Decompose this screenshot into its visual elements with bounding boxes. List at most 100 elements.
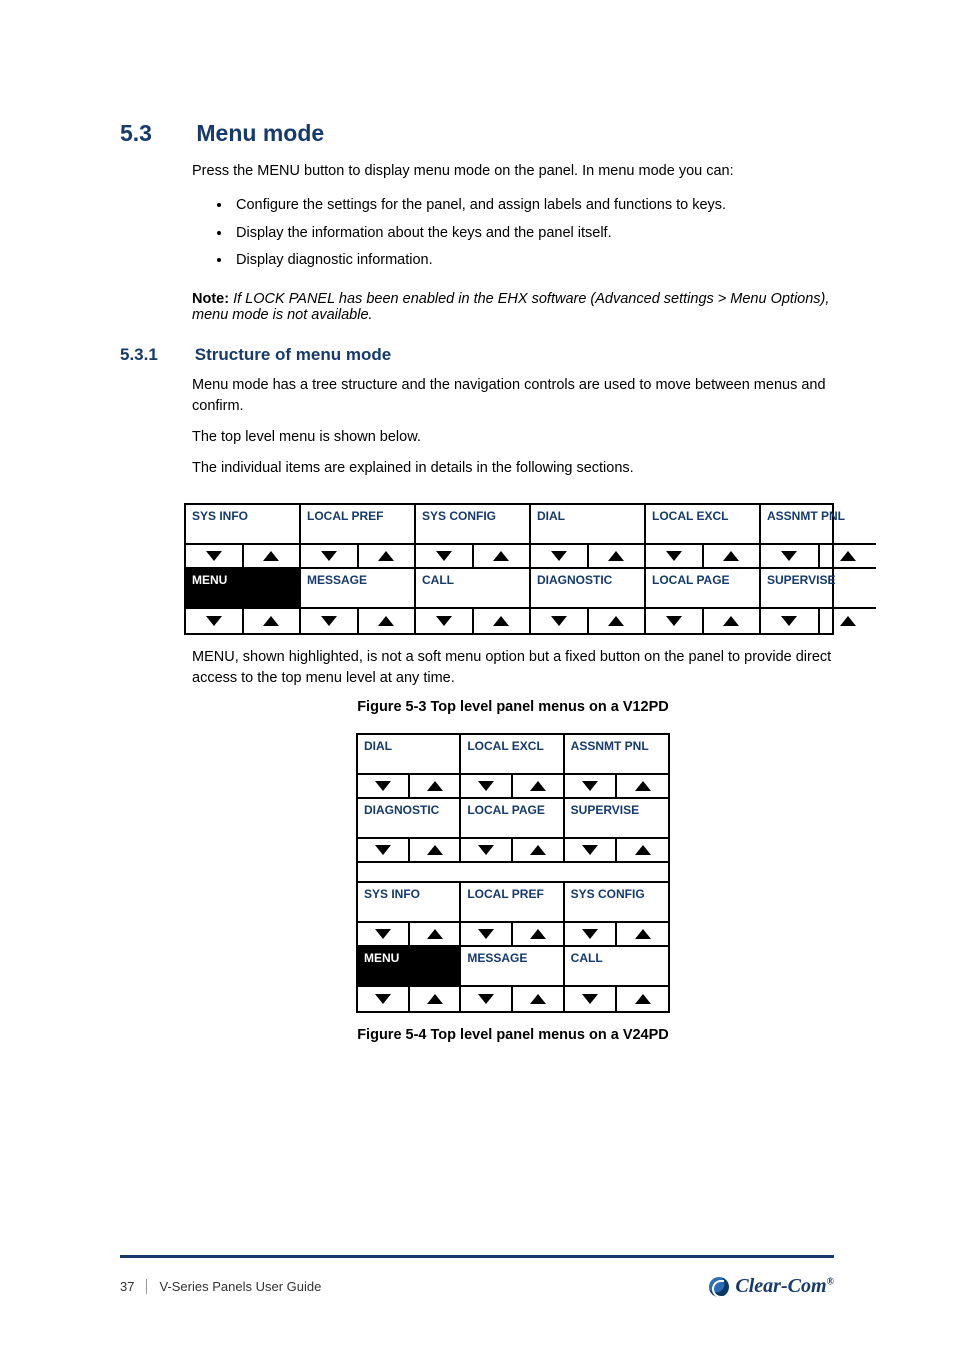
panel-cell[interactable]: MESSAGE (461, 947, 564, 1011)
panel-cell[interactable]: MESSAGE (301, 569, 416, 633)
panel-cell[interactable]: SUPERVISE (761, 569, 876, 633)
up-arrow-icon[interactable] (820, 609, 877, 633)
panel-cell[interactable]: LOCAL PAGE (461, 799, 564, 863)
down-arrow-icon[interactable] (301, 545, 359, 567)
panel-cell[interactable]: DIAL (358, 735, 461, 799)
up-arrow-icon[interactable] (410, 775, 460, 797)
panel-cell[interactable]: CALL (565, 947, 668, 1011)
up-arrow-icon[interactable] (589, 609, 645, 633)
down-arrow-icon[interactable] (565, 923, 618, 945)
page: 5.3 Menu mode Press the MENU button to d… (0, 0, 954, 1350)
up-arrow-icon[interactable] (513, 775, 563, 797)
panel-cell[interactable]: LOCAL PREF (461, 883, 564, 947)
panel-cell[interactable]: LOCAL PAGE (646, 569, 761, 633)
up-arrow-icon[interactable] (617, 839, 668, 861)
page-number: 37 (120, 1279, 147, 1294)
up-arrow-icon[interactable] (589, 545, 645, 567)
up-arrow-icon[interactable] (359, 609, 415, 633)
sub-p3: The individual items are explained in de… (192, 458, 834, 479)
panel-cell[interactable]: LOCAL EXCL (646, 505, 761, 569)
up-arrow-icon[interactable] (617, 987, 668, 1011)
panel-cell[interactable]: DIAGNOSTIC (358, 799, 461, 863)
arrow-pair (416, 609, 529, 633)
down-arrow-icon[interactable] (358, 839, 410, 861)
figure-caption-v12pd: Figure 5-3 Top level panel menus on a V1… (192, 699, 834, 715)
down-arrow-icon[interactable] (358, 923, 410, 945)
up-arrow-icon[interactable] (820, 545, 877, 567)
down-arrow-icon[interactable] (301, 609, 359, 633)
up-arrow-icon[interactable] (410, 987, 460, 1011)
down-arrow-icon[interactable] (646, 609, 704, 633)
down-arrow-icon[interactable] (531, 545, 589, 567)
up-arrow-icon[interactable] (244, 609, 300, 633)
up-arrow-icon[interactable] (617, 923, 668, 945)
figure-caption-v24pd: Figure 5-4 Top level panel menus on a V2… (192, 1027, 834, 1043)
up-arrow-icon[interactable] (359, 545, 415, 567)
panel-cell[interactable]: SYS INFO (358, 883, 461, 947)
panel-cell[interactable]: ASSNMT PNL (565, 735, 668, 799)
subsection-title: Structure of menu mode (195, 345, 391, 364)
up-arrow-icon[interactable] (617, 775, 668, 797)
up-arrow-icon[interactable] (474, 545, 530, 567)
down-arrow-icon[interactable] (761, 545, 820, 567)
panel-cell[interactable]: CALL (416, 569, 531, 633)
key-label: DIAL (531, 505, 644, 545)
panel-cell[interactable]: MENU (358, 947, 461, 1011)
bullet-item: Display diagnostic information. (232, 247, 834, 275)
panel-cell[interactable]: LOCAL PREF (301, 505, 416, 569)
section-heading: 5.3 Menu mode (120, 120, 834, 147)
down-arrow-icon[interactable] (358, 987, 410, 1011)
panel-cell[interactable]: DIAL (531, 505, 646, 569)
down-arrow-icon[interactable] (186, 545, 244, 567)
panel-row: MENU MESSAGE CALL DIAGNOSTIC LOCAL PAGE … (186, 569, 876, 633)
up-arrow-icon[interactable] (474, 609, 530, 633)
down-arrow-icon[interactable] (461, 987, 513, 1011)
panel-v24pd: DIAL LOCAL EXCL ASSNMT PNL DIAGNOSTIC LO… (356, 733, 670, 1013)
down-arrow-icon[interactable] (646, 545, 704, 567)
note: Note: If LOCK PANEL has been enabled in … (192, 291, 834, 323)
bullet-item: Configure the settings for the panel, an… (232, 192, 834, 220)
section-title: Menu mode (196, 120, 324, 146)
brand-logo: Clear-Com® (709, 1275, 834, 1298)
down-arrow-icon[interactable] (461, 839, 513, 861)
panel-cell[interactable]: SYS CONFIG (565, 883, 668, 947)
down-arrow-icon[interactable] (565, 775, 618, 797)
doc-title: V-Series Panels User Guide (159, 1279, 321, 1294)
down-arrow-icon[interactable] (565, 987, 618, 1011)
up-arrow-icon[interactable] (704, 609, 760, 633)
down-arrow-icon[interactable] (358, 775, 410, 797)
down-arrow-icon[interactable] (531, 609, 589, 633)
key-label-menu: MENU (186, 569, 299, 609)
panel-cell[interactable]: ASSNMT PNL (761, 505, 876, 569)
up-arrow-icon[interactable] (244, 545, 300, 567)
up-arrow-icon[interactable] (410, 839, 460, 861)
arrow-pair (531, 545, 644, 569)
panel-cell[interactable]: DIAGNOSTIC (531, 569, 646, 633)
panel-cell[interactable]: LOCAL EXCL (461, 735, 564, 799)
down-arrow-icon[interactable] (761, 609, 820, 633)
down-arrow-icon[interactable] (565, 839, 618, 861)
intro-text: Press the MENU button to display menu mo… (192, 161, 834, 182)
up-arrow-icon[interactable] (513, 839, 563, 861)
panel-cell[interactable]: SYS CONFIG (416, 505, 531, 569)
down-arrow-icon[interactable] (416, 609, 474, 633)
key-label: SYS CONFIG (416, 505, 529, 545)
down-arrow-icon[interactable] (461, 775, 513, 797)
up-arrow-icon[interactable] (513, 923, 563, 945)
post-body: MENU, shown highlighted, is not a soft m… (192, 647, 834, 689)
up-arrow-icon[interactable] (513, 987, 563, 1011)
down-arrow-icon[interactable] (416, 545, 474, 567)
bullet-list: Configure the settings for the panel, an… (232, 192, 834, 275)
key-label: LOCAL PAGE (461, 799, 562, 839)
subsection-body: Menu mode has a tree structure and the n… (192, 375, 834, 1043)
down-arrow-icon[interactable] (186, 609, 244, 633)
key-label: MESSAGE (461, 947, 562, 987)
key-label: SYS CONFIG (565, 883, 668, 923)
panel-cell[interactable]: SUPERVISE (565, 799, 668, 863)
panel-cell[interactable]: SYS INFO (186, 505, 301, 569)
up-arrow-icon[interactable] (410, 923, 460, 945)
up-arrow-icon[interactable] (704, 545, 760, 567)
key-label: LOCAL EXCL (646, 505, 759, 545)
panel-cell[interactable]: MENU (186, 569, 301, 633)
down-arrow-icon[interactable] (461, 923, 513, 945)
